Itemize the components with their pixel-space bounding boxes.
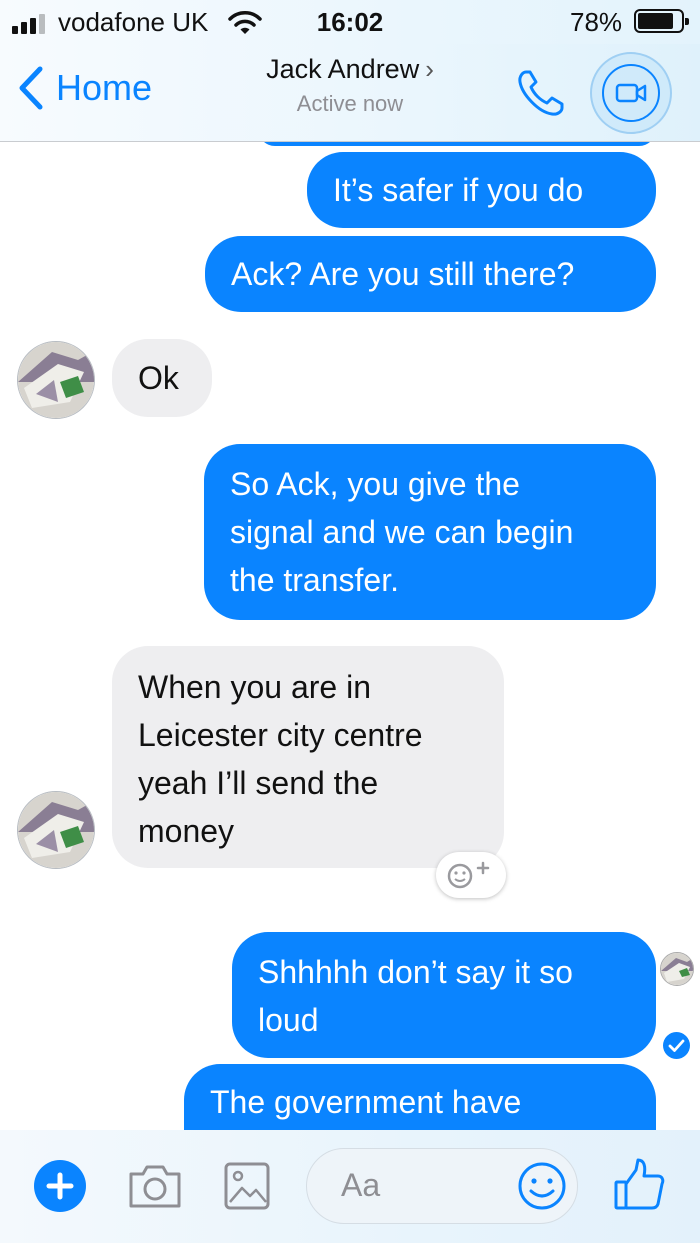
plus-icon <box>46 1172 74 1200</box>
status-bar: vodafone UK 16:02 78% <box>0 0 700 44</box>
contact-info[interactable]: Jack Andrew › Active now <box>200 54 500 117</box>
message-bubble-outgoing[interactable]: It’s safer if you do <box>307 152 656 228</box>
message-input[interactable]: Aa <box>306 1148 578 1224</box>
voice-call-button[interactable] <box>514 66 568 125</box>
camera-icon <box>129 1165 181 1208</box>
message-text: Ack? Are you still there? <box>231 256 575 292</box>
chevron-left-icon <box>19 66 43 110</box>
message-bubble-incoming[interactable]: When you are in Leicester city centre ye… <box>112 646 504 868</box>
message-bubble-incoming[interactable]: Ok <box>112 339 212 417</box>
more-actions-button[interactable] <box>34 1160 86 1212</box>
contact-avatar[interactable] <box>17 791 95 869</box>
message-text: Shhhhh don’t say it so <box>258 954 573 990</box>
message-input-placeholder: Aa <box>341 1167 381 1203</box>
message-bubble-outgoing[interactable]: Shhhhh don’t say it so loud <box>232 932 656 1058</box>
phone-icon <box>518 70 564 116</box>
like-button[interactable] <box>612 1156 666 1219</box>
message-bubble-cutoff <box>258 142 656 146</box>
video-camera-icon <box>615 83 647 103</box>
back-label: Home <box>56 67 153 108</box>
gallery-button[interactable] <box>222 1160 272 1217</box>
smiley-icon <box>518 1162 566 1210</box>
emoji-button[interactable] <box>515 1159 569 1218</box>
message-bubble-outgoing[interactable]: Ack? Are you still there? <box>205 236 656 312</box>
message-text: signal and we can begin <box>230 514 574 550</box>
emoji-add-icon <box>447 861 490 889</box>
seen-by-avatar <box>660 952 694 986</box>
message-text: the transfer. <box>230 562 399 598</box>
image-icon <box>224 1162 270 1210</box>
message-list[interactable]: It’s safer if you do Ack? Are you still … <box>0 142 700 1130</box>
message-text: Ok <box>138 360 179 396</box>
composer-bar: Aa <box>0 1130 700 1243</box>
battery-percent: 78% <box>570 7 623 37</box>
thumbs-up-icon <box>614 1158 665 1210</box>
contact-status: Active now <box>296 91 404 116</box>
message-text: Leicester city centre <box>138 717 423 753</box>
message-text: The government have <box>210 1084 522 1120</box>
contact-avatar[interactable] <box>17 341 95 419</box>
message-bubble-outgoing[interactable]: So Ack, you give the signal and we can b… <box>204 444 656 620</box>
battery-icon <box>634 9 689 33</box>
conversation-header: Home Jack Andrew › Active now <box>0 44 700 142</box>
message-text: So Ack, you give the <box>230 466 520 502</box>
message-text: When you are in <box>138 669 372 705</box>
message-text: It’s safer if you do <box>333 172 584 208</box>
video-call-button[interactable] <box>590 52 672 134</box>
delivered-check-icon <box>663 1032 690 1059</box>
message-text: loud <box>258 1002 319 1038</box>
message-text: money <box>138 813 235 849</box>
contact-name: Jack Andrew <box>266 54 420 84</box>
chevron-right-icon: › <box>425 54 434 84</box>
message-text: yeah I’ll send the <box>138 765 379 801</box>
add-reaction-button[interactable] <box>436 852 506 898</box>
camera-button[interactable] <box>127 1160 183 1217</box>
message-bubble-outgoing[interactable]: The government have <box>184 1064 656 1130</box>
back-button[interactable]: Home <box>18 66 152 110</box>
